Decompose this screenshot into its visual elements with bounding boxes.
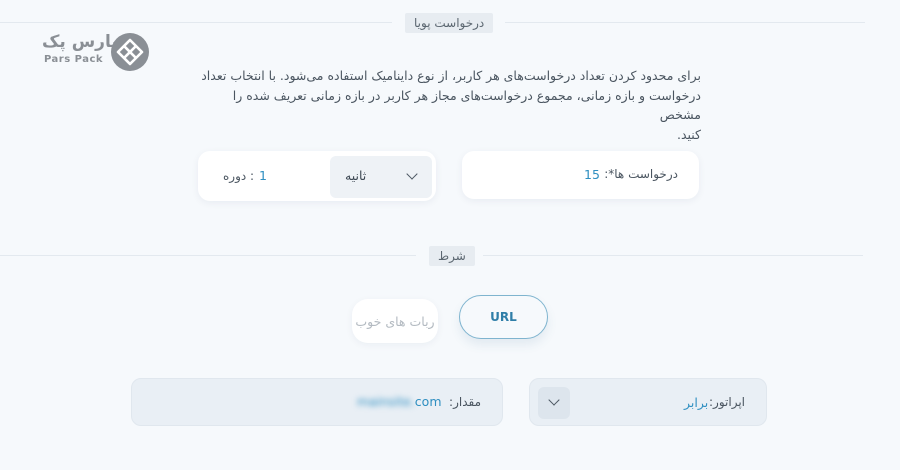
chevron-down-icon [548,394,560,406]
description-text: برای محدود کردن تعداد درخواست‌های هر کار… [195,66,701,144]
condition-divider-right [483,255,863,256]
logo-text-en: Pars Pack [44,54,104,65]
amount-field[interactable]: مقدار: mainsite.com [131,378,503,426]
tab-good-bots[interactable]: ربات های خوب [352,299,438,343]
top-divider-right [505,22,865,23]
operator-value: برابر [684,395,709,410]
amount-value-blurred: mainsite. [357,394,415,409]
operator-field: اپراتور: برابر [529,378,767,426]
period-unit-select[interactable]: ثانیه [330,156,432,198]
requests-label: درخواست ها*: [604,167,678,181]
operator-select-button[interactable] [538,387,570,419]
parspack-logo: پارس پک Pars Pack [42,32,152,74]
tab-url[interactable]: URL [459,295,548,339]
requests-value[interactable]: 15 [584,167,600,182]
description-line-2: درخواست و بازه زمانی، مجموع درخواست‌های … [232,87,701,123]
amount-value[interactable]: mainsite.com [357,394,442,409]
top-divider-left [0,22,392,23]
period-field: : دوره 1 ثانیه [198,151,436,201]
logo-text-fa: پارس پک [42,32,118,52]
description-line-1: برای محدود کردن تعداد درخواست‌های هر کار… [201,68,701,83]
section-title-condition: شرط [429,246,475,266]
operator-label: اپراتور: [708,395,745,409]
amount-value-suffix: com [414,394,442,409]
period-label: : دوره [223,169,255,183]
section-title-dynamic-request: درخواست پویا [405,13,494,33]
chevron-down-icon [406,168,418,180]
requests-field[interactable]: درخواست ها*: 15 [462,151,699,199]
amount-label: مقدار: [449,395,481,409]
description-line-3: کنید. [676,126,701,142]
parspack-diamond-icon [111,33,149,71]
period-value[interactable]: 1 [259,168,267,183]
condition-divider-left [0,255,416,256]
period-unit-value: ثانیه [345,168,367,183]
